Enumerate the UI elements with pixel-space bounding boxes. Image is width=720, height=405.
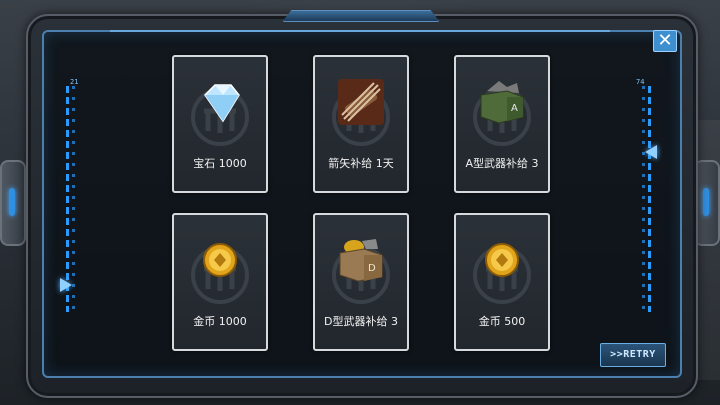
reward-card-weapon-crate-a[interactable]: A A型武器补给 3 — [454, 55, 550, 193]
reward-label: 金币 1000 — [193, 315, 247, 328]
reward-label: D型武器补给 3 — [324, 315, 398, 328]
reward-card-arrow-supply[interactable]: 箭矢补给 1天 — [313, 55, 409, 193]
frame-top-trim — [282, 10, 440, 22]
panel-top-divider — [110, 30, 610, 32]
reward-label: 宝石 1000 — [193, 157, 247, 170]
left-frame-handle — [0, 160, 26, 246]
right-scale: 74 — [636, 78, 653, 312]
right-scale-marker-icon — [645, 145, 657, 159]
weapon-crate-a-icon: A — [480, 81, 524, 124]
reward-card-gold-500[interactable]: 金币 500 — [454, 213, 550, 351]
gold-coin-icon — [203, 243, 237, 277]
gem-icon — [204, 84, 240, 123]
reward-label: 箭矢补给 1天 — [328, 157, 394, 170]
gold-coin-icon — [485, 243, 519, 277]
close-button[interactable]: ✕ — [653, 30, 677, 52]
reward-card-gems[interactable]: 宝石 1000 — [172, 55, 268, 193]
right-scale-ticks — [642, 86, 645, 312]
reward-label: 金币 500 — [478, 315, 526, 328]
retry-button[interactable]: >>RETRY — [600, 343, 666, 367]
arrow-bundle-icon — [338, 79, 384, 125]
left-scale-value: 21 — [70, 78, 79, 86]
right-scale-value: 74 — [636, 78, 645, 86]
svg-text:D: D — [368, 263, 376, 274]
svg-text:A: A — [511, 103, 518, 114]
left-scale-marker-icon — [60, 278, 72, 292]
reward-card-gold-1000[interactable]: 金币 1000 — [172, 213, 268, 351]
weapon-crate-d-icon: D — [339, 239, 383, 282]
right-scale-bar — [648, 86, 651, 312]
left-scale-ticks — [72, 86, 75, 312]
reward-card-weapon-crate-d[interactable]: D D型武器补给 3 — [313, 213, 409, 351]
reward-label: A型武器补给 3 — [465, 157, 539, 170]
